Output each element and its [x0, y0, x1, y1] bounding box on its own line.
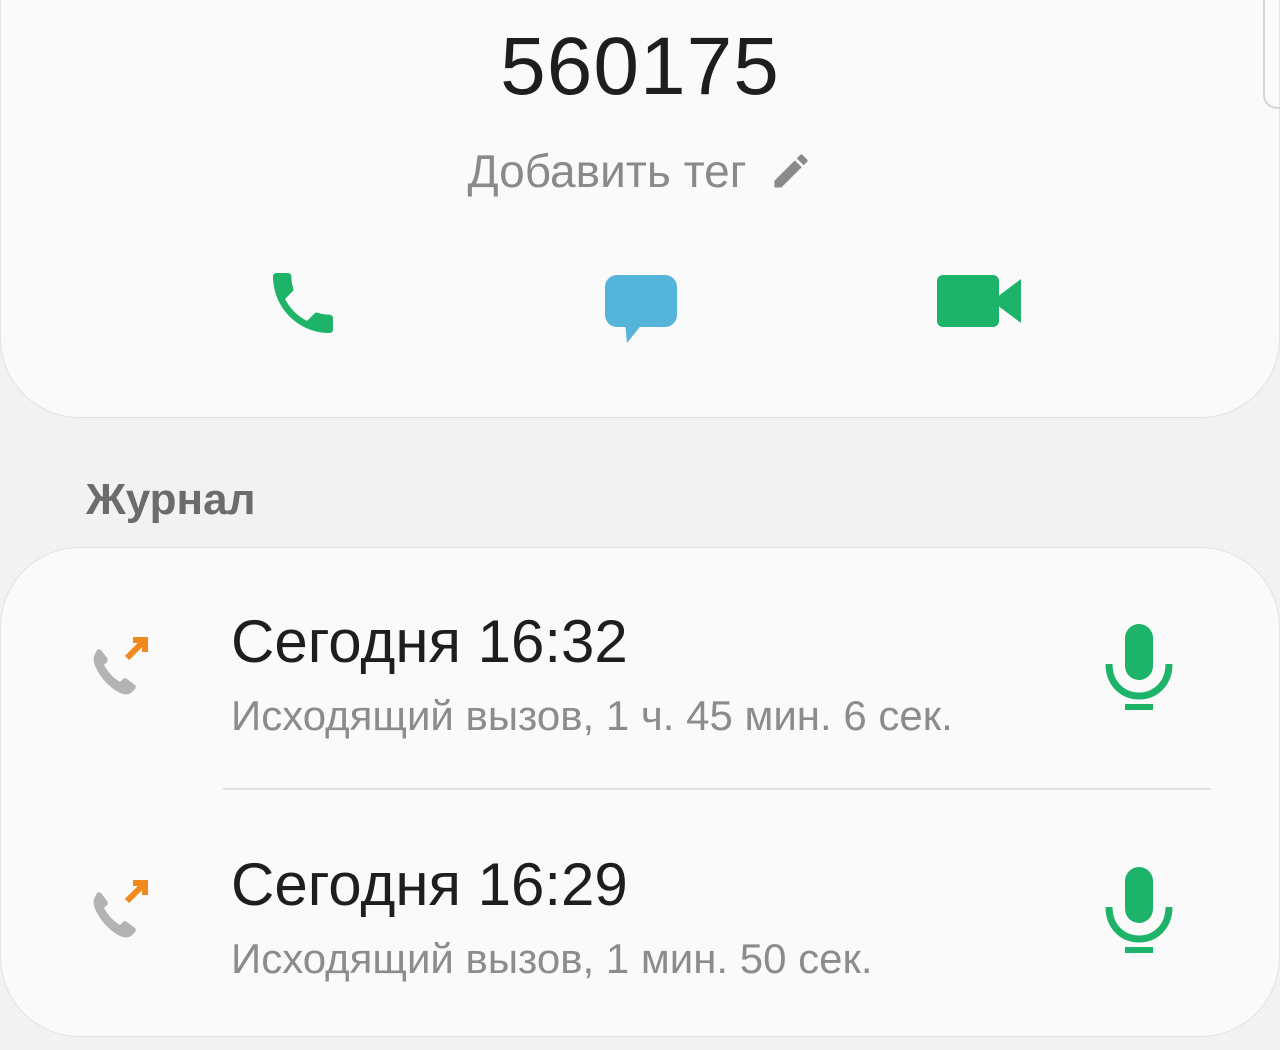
message-button[interactable]: [603, 273, 679, 345]
call-button[interactable]: [263, 263, 343, 343]
chat-bubble-icon: [605, 275, 677, 343]
log-entry-detail: Исходящий вызов, 1 мин. 50 сек.: [231, 935, 873, 982]
pencil-icon: [774, 154, 808, 188]
microphone-icon[interactable]: [1105, 624, 1173, 712]
log-entry-time: Сегодня 16:29: [231, 851, 628, 918]
contact-number: 560175: [500, 21, 780, 112]
log-entry[interactable]: Сегодня 16:29 Исходящий вызов, 1 мин. 50…: [1, 791, 1279, 1031]
call-log-card: Сегодня 16:32 Исходящий вызов, 1 ч. 45 м…: [0, 547, 1280, 1037]
divider: [223, 788, 1211, 790]
log-entry-time: Сегодня 16:32: [231, 608, 628, 675]
video-camera-icon: [937, 275, 1021, 327]
add-tag-label: Добавить тег: [467, 145, 747, 197]
phone-icon: [273, 273, 333, 333]
outgoing-call-icon: [93, 880, 148, 938]
video-call-button[interactable]: [937, 273, 1021, 329]
contact-card: 560175 Добавить тег: [0, 0, 1280, 418]
log-entry-detail: Исходящий вызов, 1 ч. 45 мин. 6 сек.: [231, 692, 953, 739]
add-tag-button[interactable]: Добавить тег: [1, 143, 1279, 199]
outgoing-call-icon: [93, 637, 148, 695]
log-section-title: Журнал: [86, 475, 256, 524]
microphone-icon[interactable]: [1105, 867, 1173, 955]
log-entry[interactable]: Сегодня 16:32 Исходящий вызов, 1 ч. 45 м…: [1, 548, 1279, 788]
